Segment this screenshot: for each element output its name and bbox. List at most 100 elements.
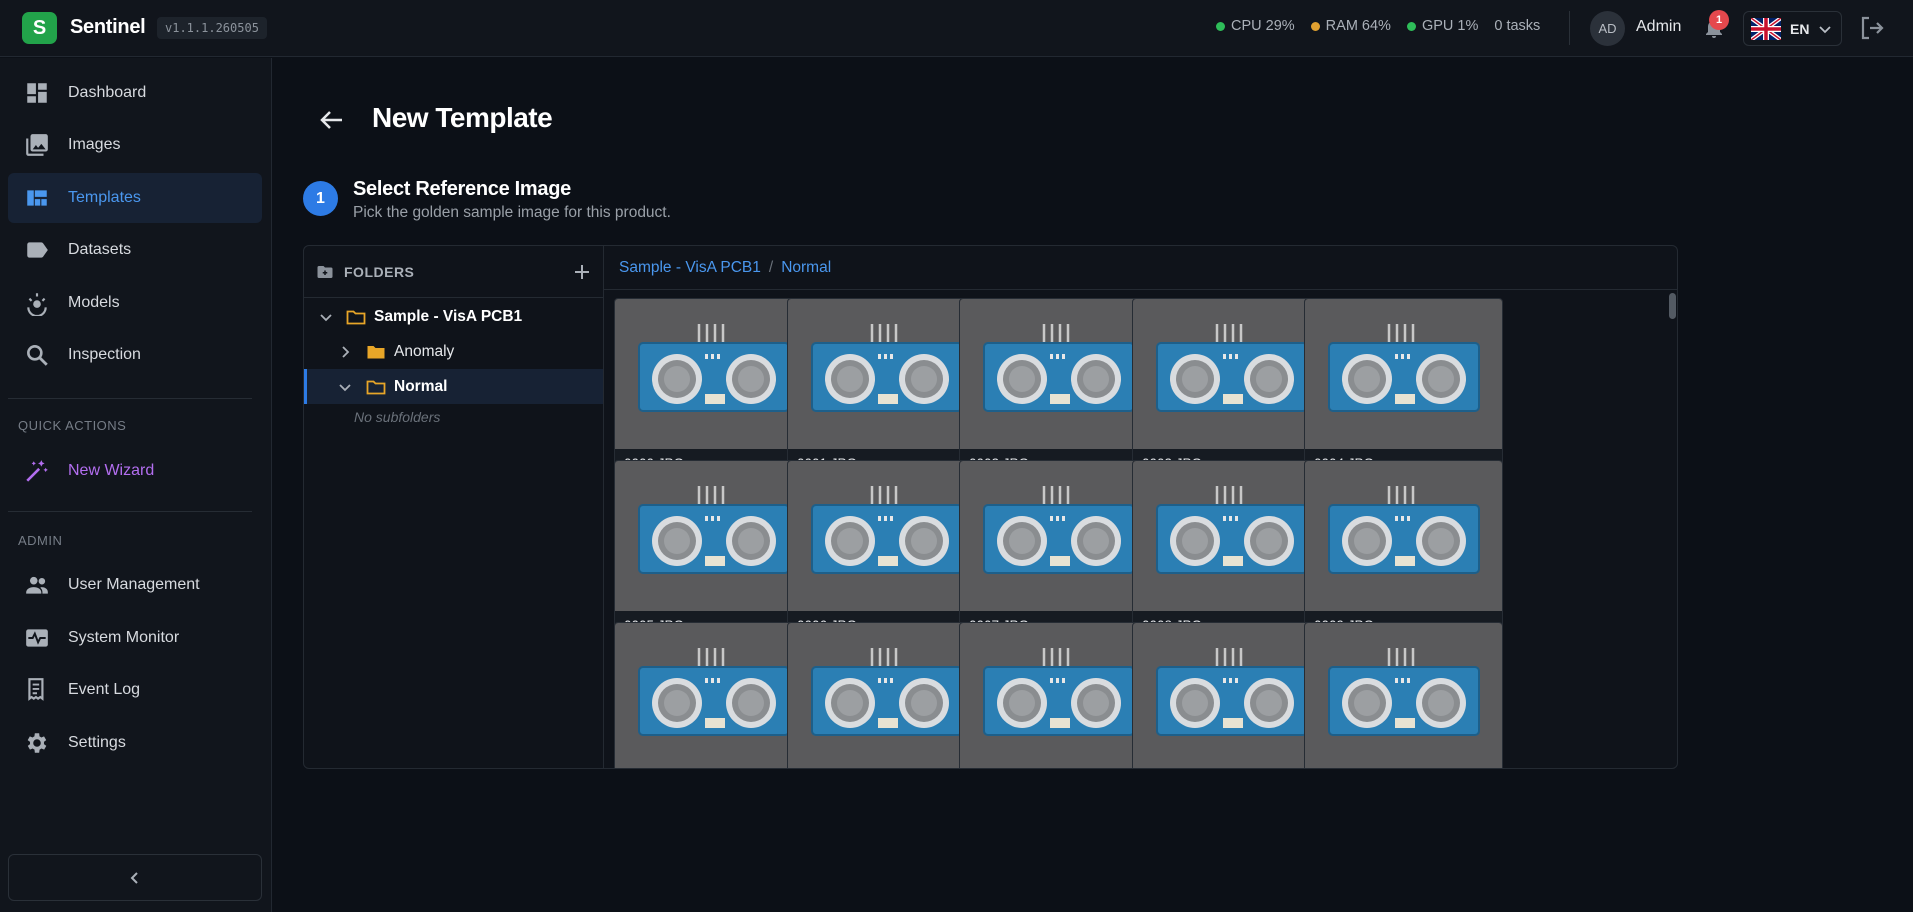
sidebar-item-label: Templates [68, 189, 141, 206]
thumbnail-image [1133, 299, 1330, 449]
chevron-left-icon [130, 871, 138, 884]
search-icon [27, 345, 48, 366]
sidebar-item-datasets[interactable]: Datasets [8, 225, 262, 275]
thumbnail-image [1305, 299, 1502, 449]
thumbnail-image [1305, 461, 1502, 611]
thumbnail-image [615, 299, 812, 449]
label-icon [27, 242, 48, 258]
thumbnail-image [1133, 461, 1330, 611]
sidebar-item-user-management[interactable]: User Management [8, 560, 262, 610]
thumbnail-image [615, 623, 812, 768]
chevron-down-icon[interactable] [336, 378, 354, 396]
thumbnail-image [788, 461, 985, 611]
tree-item-anomaly[interactable]: Anomaly [304, 334, 603, 369]
breadcrumb: Sample - VisA PCB1 / Normal [604, 246, 1677, 290]
breadcrumb-item[interactable]: Normal [781, 259, 831, 277]
image-tile[interactable]: 0004.JPG [1304, 298, 1503, 485]
tree-item-label: Anomaly [394, 342, 455, 360]
language-selector[interactable]: EN [1743, 11, 1842, 46]
thumbnail-image [1133, 623, 1330, 768]
image-picker-panel: FOLDERS Sample - VisA PCB1 Anomaly Norma… [303, 245, 1678, 769]
notification-badge: 1 [1709, 10, 1729, 30]
thumbnail-image [788, 623, 985, 768]
image-tile[interactable] [787, 622, 986, 768]
add-folder-icon[interactable] [572, 262, 592, 282]
tree-item-sample-visa-pcb1[interactable]: Sample - VisA PCB1 [304, 299, 603, 334]
thumbnail-image [1305, 623, 1502, 768]
sidebar-item-inspection[interactable]: Inspection [8, 330, 262, 380]
sidebar-item-system-monitor[interactable]: System Monitor [8, 613, 262, 663]
user-name[interactable]: Admin [1636, 18, 1681, 36]
sidebar-item-dashboard[interactable]: Dashboard [8, 68, 262, 118]
avatar[interactable]: AD [1590, 11, 1625, 46]
system-metrics: CPU 29% RAM 64% GPU 1% 0 tasks [1216, 18, 1540, 34]
sidebar-item-models[interactable]: Models [8, 278, 262, 328]
top-bar: S Sentinel v1.1.1.260505 CPU 29% RAM 64%… [0, 0, 1913, 57]
model-icon [27, 293, 47, 316]
image-tile[interactable]: 0008.JPG [1132, 460, 1331, 647]
sidebar-item-label: Images [68, 136, 121, 153]
cpu-metric: CPU 29% [1216, 18, 1295, 34]
dashboard-icon [27, 83, 47, 103]
folder-special-icon [317, 266, 333, 278]
scrollbar[interactable] [1666, 290, 1677, 768]
version-badge: v1.1.1.260505 [157, 17, 267, 39]
app-logo[interactable]: S [22, 12, 57, 44]
no-subfolders-text: No subfolders [354, 409, 441, 425]
gpu-metric: GPU 1% [1406, 18, 1478, 34]
collapse-sidebar-button[interactable] [8, 854, 262, 901]
folder-open-icon [366, 380, 386, 394]
topbar-divider [1569, 11, 1570, 45]
image-tile[interactable]: 0007.JPG [959, 460, 1158, 647]
thumbnail-image [960, 299, 1157, 449]
sidebar-item-settings[interactable]: Settings [8, 718, 262, 768]
image-gallery: Sample - VisA PCB1 / Normal 0000.JPG [604, 246, 1677, 768]
cpu-metric-label: CPU 29% [1231, 18, 1295, 34]
image-tile[interactable]: 0003.JPG [1132, 298, 1331, 485]
sidebar-item-label: Event Log [68, 681, 141, 698]
sidebar-item-label: New Wizard [68, 462, 155, 479]
sidebar-item-label: Models [68, 294, 120, 311]
image-tile[interactable]: 0009.JPG [1304, 460, 1503, 647]
step-title: Select Reference Image [353, 178, 571, 200]
chevron-down-icon[interactable] [317, 308, 335, 326]
sidebar-item-label: Datasets [68, 241, 132, 258]
sidebar-item-new-wizard[interactable]: New Wizard [8, 446, 262, 496]
sidebar-item-templates[interactable]: Templates [8, 173, 262, 223]
image-tile[interactable]: 0005.JPG [614, 460, 813, 647]
image-tile[interactable]: 0002.JPG [959, 298, 1158, 485]
tasks-metric[interactable]: 0 tasks [1494, 18, 1540, 34]
logout-icon[interactable] [1858, 14, 1886, 42]
sidebar-item-event-log[interactable]: Event Log [8, 665, 262, 715]
folders-header: FOLDERS [304, 246, 603, 298]
chevron-right-icon[interactable] [336, 343, 354, 361]
sidebar: Dashboard Images Templates Datasets Mode… [0, 58, 272, 912]
scrollbar-thumb[interactable] [1669, 293, 1676, 319]
templates-icon [27, 190, 47, 206]
monitor-heart-icon [26, 629, 48, 647]
image-tile[interactable]: 0000.JPG [614, 298, 813, 485]
sidebar-item-label: Settings [68, 734, 126, 751]
tree-item-label: Normal [394, 377, 448, 395]
users-icon [26, 576, 48, 594]
cpu-status-dot [1216, 21, 1225, 31]
back-arrow-icon[interactable] [316, 104, 348, 136]
sidebar-divider [8, 511, 252, 512]
admin-heading: ADMIN [18, 533, 63, 548]
image-tile[interactable] [1132, 622, 1331, 768]
tree-item-normal[interactable]: Normal [304, 369, 603, 404]
sidebar-item-label: Dashboard [68, 84, 147, 101]
sidebar-item-label: User Management [68, 576, 200, 593]
sidebar-divider [8, 398, 252, 399]
gpu-status-dot [1406, 21, 1416, 31]
sidebar-item-images[interactable]: Images [8, 120, 262, 170]
image-tile[interactable] [614, 622, 813, 768]
image-tile[interactable] [959, 622, 1158, 768]
breadcrumb-item[interactable]: Sample - VisA PCB1 [619, 259, 761, 277]
page-title: New Template [372, 102, 553, 133]
ram-metric: RAM 64% [1310, 18, 1391, 34]
image-tile[interactable] [1304, 622, 1503, 768]
image-tile[interactable]: 0001.JPG [787, 298, 986, 485]
thumbnail-image [615, 461, 812, 611]
image-tile[interactable]: 0006.JPG [787, 460, 986, 647]
